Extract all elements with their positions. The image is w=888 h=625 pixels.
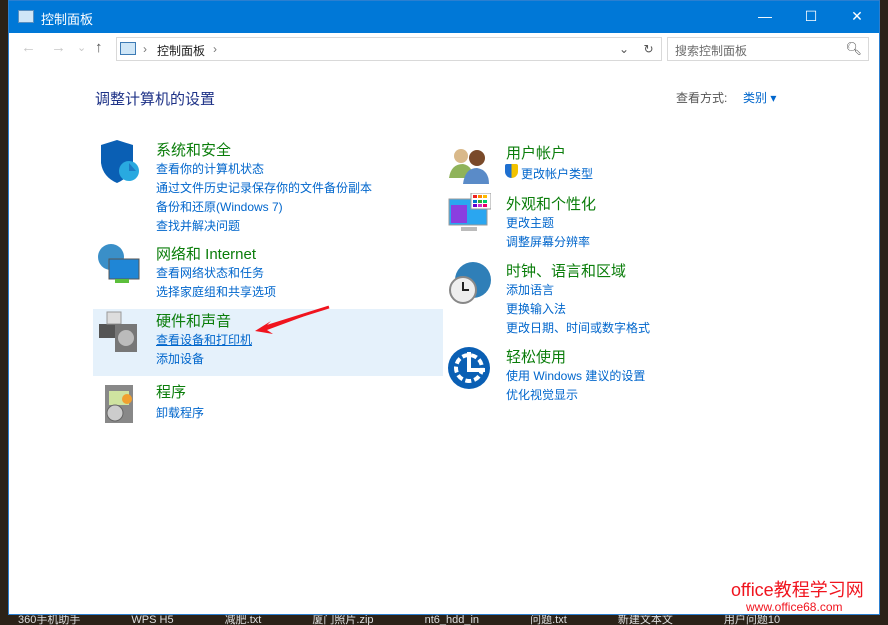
control-panel-window: 控制面板 — ☐ ✕ ← → ⌄ ↑ › 控制面板 › ⌄ ↻ 搜索控制面板 🔍… <box>8 0 880 615</box>
watermark-url: www.office68.com <box>746 600 843 614</box>
desktop-item[interactable]: 360手机助手 <box>18 615 80 625</box>
desktop-item[interactable]: WPS H5 <box>131 615 173 625</box>
desktop-icons-strip: 360手机助手 WPS H5 减肥.txt 厦门照片.zip nt6_hdd_i… <box>0 615 888 625</box>
desktop-item[interactable]: 问题.txt <box>530 615 567 625</box>
desktop-item[interactable]: 新建文本文 <box>618 615 673 625</box>
watermark-title: office教程学习网 <box>731 580 864 600</box>
desktop-item[interactable]: nt6_hdd_in <box>425 615 479 625</box>
desktop-item[interactable]: 减肥.txt <box>225 615 262 625</box>
desktop-item[interactable]: 用户问题10 <box>724 615 780 625</box>
annotation-arrow <box>255 305 330 334</box>
desktop-item[interactable]: 厦门照片.zip <box>312 615 373 625</box>
